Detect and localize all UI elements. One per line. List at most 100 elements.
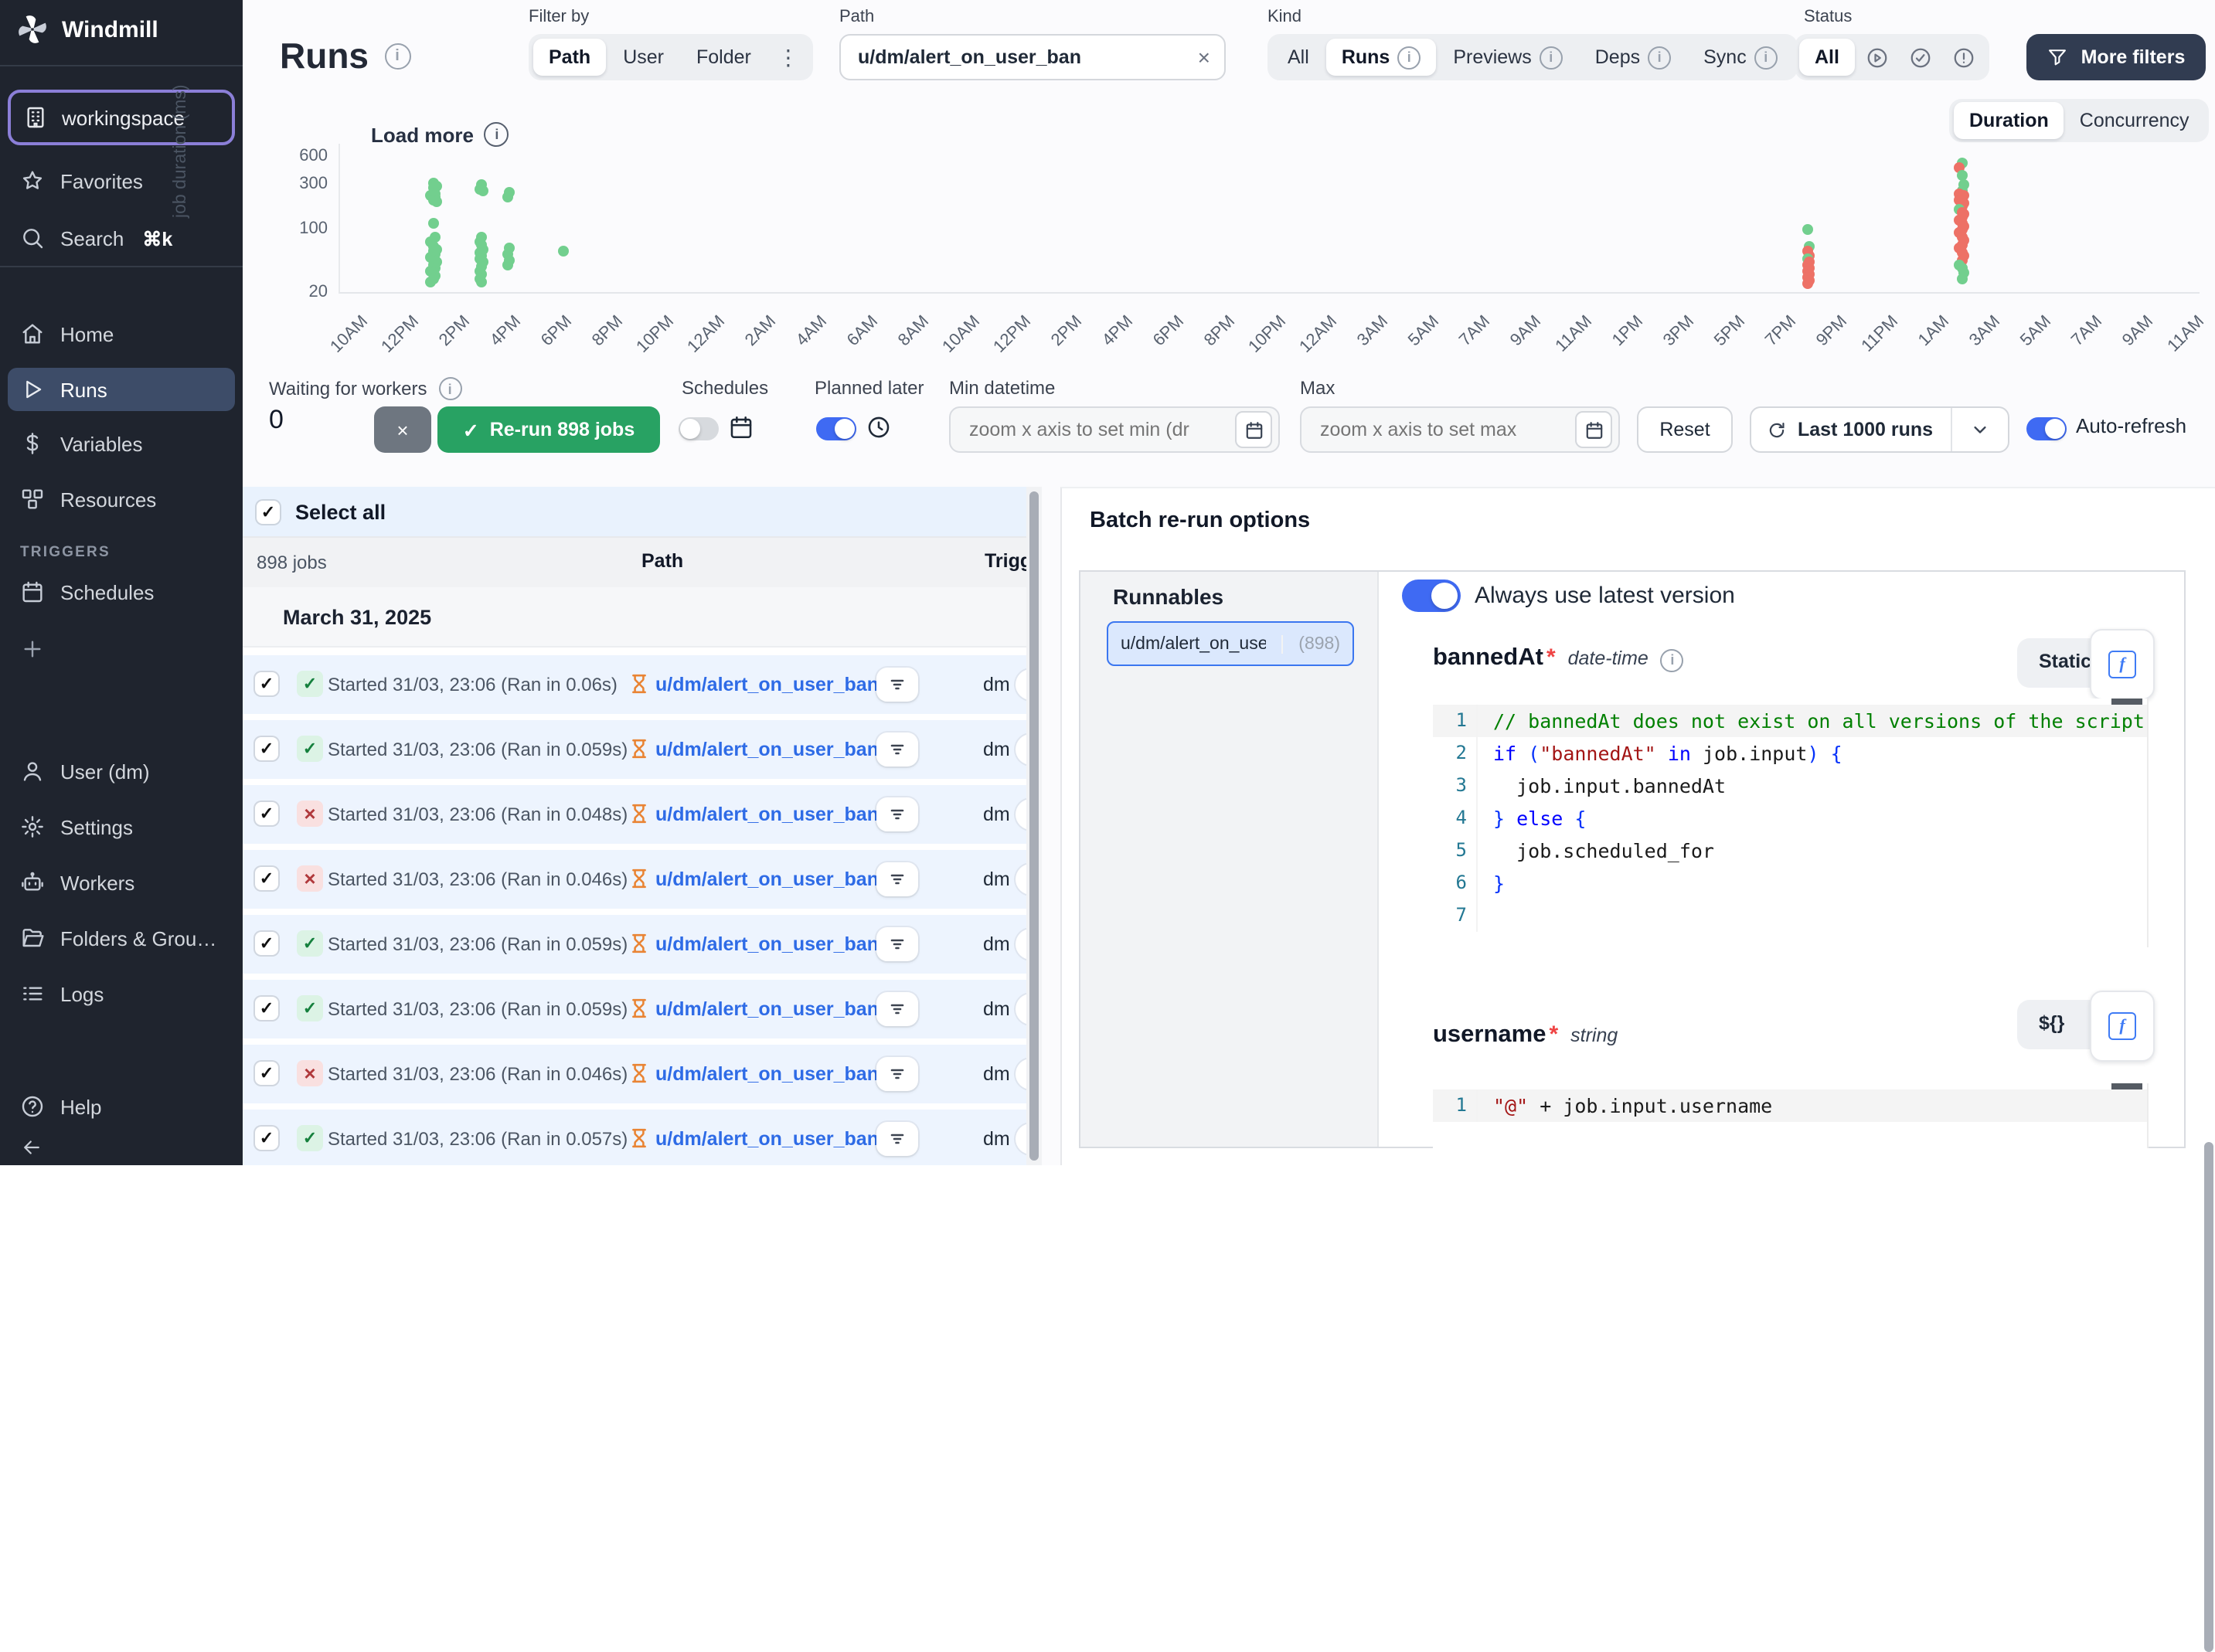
filter-by-path-button[interactable] — [876, 927, 918, 961]
auto-refresh-toggle[interactable] — [2026, 417, 2067, 440]
select-all-checkbox[interactable] — [257, 500, 280, 523]
filter-by-path-button[interactable] — [876, 992, 918, 1026]
runnable-item[interactable]: u/dm/alert_on_user_b... (898) — [1107, 621, 1354, 666]
run-path-link[interactable]: u/dm/alert_on_user_ban — [655, 868, 879, 890]
run-path-link[interactable]: u/dm/alert_on_user_ban — [655, 804, 879, 825]
table-row[interactable]: Started 31/03, 23:06 (Ran in 0.057s)u/dm… — [243, 1110, 1026, 1165]
table-scrollbar[interactable] — [1026, 487, 1042, 1165]
run-dot[interactable] — [1956, 274, 1967, 284]
username-code-editor[interactable]: 1"@" + job.input.username — [1433, 1083, 2149, 1148]
scrollbar-thumb[interactable] — [1029, 491, 1039, 1161]
last-runs-button[interactable]: Last 1000 runs — [1751, 419, 1951, 440]
status-success-icon[interactable] — [1900, 39, 1941, 76]
schedules-toggle[interactable] — [679, 417, 719, 440]
run-dot[interactable] — [502, 192, 513, 203]
path-filter-input[interactable] — [855, 45, 1198, 70]
kind-runs[interactable]: Runs — [1326, 39, 1437, 76]
sidebar-item-favorites[interactable]: Favorites — [8, 159, 235, 202]
sidebar-item-folders-groups[interactable]: Folders & Groups... — [8, 916, 235, 960]
status-all[interactable]: All — [1799, 39, 1855, 76]
run-path-link[interactable]: u/dm/alert_on_user_ban — [655, 998, 879, 1020]
table-row[interactable]: Started 31/03, 23:06 (Ran in 0.059s)u/dm… — [243, 980, 1026, 1038]
run-dot[interactable] — [476, 276, 487, 287]
run-dot[interactable] — [427, 218, 438, 229]
table-row[interactable]: Started 31/03, 23:06 (Ran in 0.046s)u/dm… — [243, 850, 1026, 909]
sidebar-item-workers[interactable]: Workers — [8, 861, 235, 904]
code-line[interactable]: 3 job.input.bannedAt — [1433, 770, 2147, 802]
row-checkbox[interactable] — [255, 1127, 278, 1150]
add-trigger-button[interactable] — [8, 627, 235, 671]
planned-later-toggle[interactable] — [816, 417, 856, 440]
sidebar-item-user[interactable]: User (dm) — [8, 750, 235, 793]
run-dot[interactable] — [431, 196, 442, 207]
run-dot[interactable] — [478, 186, 488, 197]
code-line[interactable]: 1"@" + job.input.username — [1433, 1089, 2147, 1122]
status-failure-icon[interactable] — [1943, 39, 1985, 76]
sidebar-item-settings[interactable]: Settings — [8, 805, 235, 848]
row-checkbox[interactable] — [255, 867, 278, 890]
filter-by-path-button[interactable] — [876, 797, 918, 831]
sidebar-item-variables[interactable]: Variables — [8, 422, 235, 465]
status-running-icon[interactable] — [1856, 39, 1898, 76]
code-line[interactable]: 1// bannedAt does not exist on all versi… — [1433, 705, 2147, 737]
run-dot[interactable] — [1802, 278, 1812, 289]
filter-by-path-button[interactable] — [876, 733, 918, 767]
more-filters-button[interactable]: More filters — [2026, 34, 2206, 80]
clear-path-icon[interactable]: × — [1198, 45, 1210, 70]
kind-deps[interactable]: Deps — [1580, 39, 1686, 76]
mode-static-label[interactable]: Static — [2039, 651, 2091, 672]
code-line[interactable]: 6} — [1433, 867, 2147, 899]
windmill-logo[interactable]: Windmill — [17, 14, 158, 45]
table-row[interactable]: Started 31/03, 23:06 (Ran in 0.06s)u/dm/… — [243, 655, 1026, 714]
code-line[interactable]: 2if ("bannedAt" in job.input) { — [1433, 737, 2147, 770]
latest-version-toggle[interactable] — [1402, 580, 1461, 612]
sidebar-item-logs[interactable]: Logs — [8, 972, 235, 1015]
sidebar-item-help[interactable]: Help — [8, 1085, 235, 1128]
table-row[interactable]: Started 31/03, 23:06 (Ran in 0.048s)u/dm… — [243, 785, 1026, 844]
calendar-icon[interactable] — [1235, 411, 1272, 448]
row-checkbox[interactable] — [255, 997, 278, 1020]
run-dot[interactable] — [1802, 225, 1812, 236]
mode-template-label[interactable]: ${} — [2039, 1012, 2064, 1034]
run-dot[interactable] — [502, 260, 513, 271]
workspace-selector[interactable]: workingspace — [8, 90, 235, 145]
collapse-sidebar-button[interactable] — [8, 1125, 235, 1168]
code-line[interactable]: 5 job.scheduled_for — [1433, 834, 2147, 867]
cancel-selection-button[interactable]: × — [374, 406, 431, 453]
filter-by-path-button[interactable] — [876, 1122, 918, 1156]
filter-by-path-button[interactable] — [876, 862, 918, 896]
run-dot[interactable] — [558, 246, 569, 257]
tab-duration[interactable]: Duration — [1954, 102, 2064, 139]
row-checkbox[interactable] — [255, 932, 278, 955]
filter-by-folder[interactable]: Folder — [681, 39, 767, 76]
run-path-link[interactable]: u/dm/alert_on_user_ban — [655, 933, 879, 955]
sidebar-item-resources[interactable]: Resources — [8, 478, 235, 521]
table-row[interactable]: Started 31/03, 23:06 (Ran in 0.059s)u/dm… — [243, 915, 1026, 974]
last-runs-dropdown[interactable] — [1952, 419, 2008, 440]
panel-scrollbar-thumb[interactable] — [2204, 1142, 2213, 1652]
row-checkbox[interactable] — [255, 1062, 278, 1085]
run-path-link[interactable]: u/dm/alert_on_user_ban — [655, 1128, 879, 1150]
kind-all[interactable]: All — [1272, 39, 1325, 76]
sidebar-item-home[interactable]: Home — [8, 312, 235, 355]
row-checkbox[interactable] — [255, 737, 278, 760]
code-line[interactable]: 7 — [1433, 899, 2147, 932]
tab-concurrency[interactable]: Concurrency — [2064, 102, 2205, 139]
filter-by-path[interactable]: Path — [533, 39, 606, 76]
reset-button[interactable]: Reset — [1637, 406, 1733, 453]
calendar-icon[interactable] — [1575, 411, 1612, 448]
info-icon[interactable] — [384, 43, 410, 70]
table-row[interactable]: Started 31/03, 23:06 (Ran in 0.059s)u/dm… — [243, 720, 1026, 779]
filter-by-path-button[interactable] — [876, 668, 918, 702]
table-row[interactable]: Started 31/03, 23:06 (Ran in 0.046s)u/dm… — [243, 1045, 1026, 1103]
username-js-mode-button[interactable] — [2090, 991, 2155, 1062]
code-line[interactable]: 4} else { — [1433, 802, 2147, 834]
more-options-icon[interactable]: ⋮ — [768, 39, 808, 76]
run-path-link[interactable]: u/dm/alert_on_user_ban — [655, 1063, 879, 1085]
max-datetime-input[interactable] — [1317, 417, 1575, 442]
row-checkbox[interactable] — [255, 802, 278, 825]
sidebar-item-schedules[interactable]: Schedules — [8, 570, 235, 614]
kind-previews[interactable]: Previews — [1438, 39, 1577, 76]
run-path-link[interactable]: u/dm/alert_on_user_ban — [655, 739, 879, 760]
sidebar-item-search[interactable]: Search ⌘k — [8, 216, 235, 260]
